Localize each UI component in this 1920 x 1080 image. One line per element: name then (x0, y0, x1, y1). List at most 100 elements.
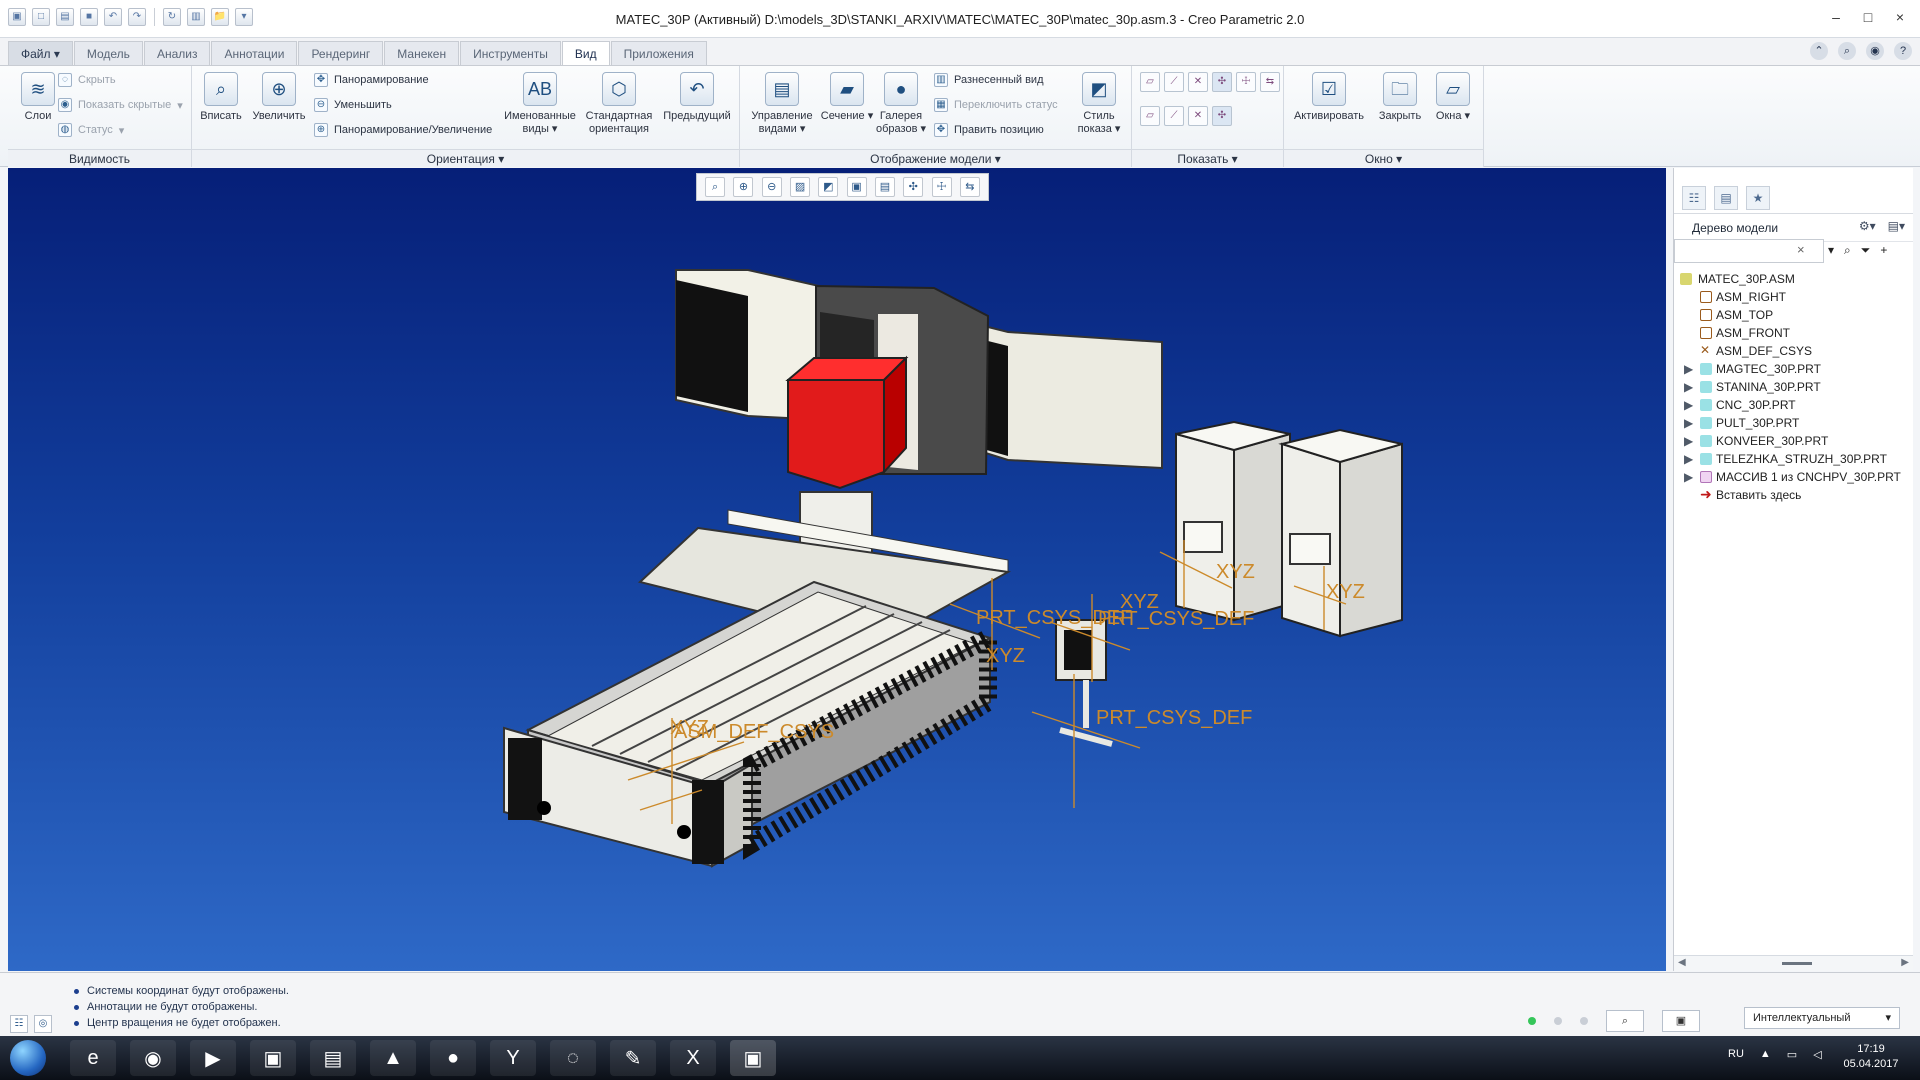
clear-search-icon[interactable]: × (1797, 242, 1805, 257)
tab-manikin[interactable]: Манекен (384, 41, 460, 65)
search-dropdown-icon[interactable]: ▾ (1828, 243, 1834, 258)
standard-orientation-button[interactable]: ⬡ Стандартная ориентация (584, 72, 654, 136)
tree-horizontal-scrollbar[interactable]: ◀ ▬▬▬ ▶ (1674, 955, 1913, 971)
browser-icon[interactable]: ◎ (34, 1015, 52, 1033)
graphics-viewport[interactable]: ⌕ ⊕ ⊖ ▨ ◩ ▣ ▤ ✣ ☩ ⇆ PRT_CSYS_DEF PRT_CSY… (8, 168, 1666, 971)
previous-button[interactable]: ↶ Предыдущий (662, 72, 732, 123)
volume-icon[interactable]: ◁ (1813, 1048, 1821, 1061)
ribbon: ≋ Слои ◌ Скрыть ◉ Показать скрытые ▾ ◍ Статус… (0, 66, 1920, 167)
scroll-left-icon[interactable]: ◀ (1678, 957, 1686, 969)
paint-app-icon[interactable]: ✎ (610, 1040, 656, 1076)
expand-icon[interactable]: ▶ (1684, 396, 1694, 414)
help-icon[interactable]: ? (1894, 42, 1912, 60)
fit-button[interactable]: ⌕ Вписать (198, 72, 244, 123)
windows-button[interactable]: ▱ Окна ▾ (1428, 72, 1478, 123)
appearance-gallery-icon: ● (884, 72, 918, 106)
tab-rendering[interactable]: Рендеринг (298, 41, 384, 65)
expand-icon[interactable]: ▶ (1684, 432, 1694, 450)
add-column-icon[interactable]: + (1880, 243, 1887, 258)
favorites-tab-icon[interactable]: ★ (1746, 186, 1770, 210)
tab-model[interactable]: Модель (73, 41, 143, 65)
media-player-icon[interactable]: ▶ (190, 1040, 236, 1076)
coordinate-systems-toggle-icon[interactable]: ✣ (1212, 72, 1232, 92)
datum-plane-icon (1700, 309, 1712, 321)
pan-icon: ✥ (314, 73, 328, 87)
close-icon[interactable]: × (1888, 8, 1912, 26)
selection-filter-select[interactable]: Интеллектуальный ▾ (1744, 1007, 1900, 1029)
axis-tags-toggle-icon[interactable]: ⟋ (1164, 106, 1184, 126)
activate-button[interactable]: ☑ Активировать (1290, 72, 1368, 123)
folder-browser-tab-icon[interactable]: ▤ (1714, 186, 1738, 210)
close-window-button[interactable]: 🗀 Закрыть (1372, 72, 1428, 123)
zoom-in-button[interactable]: ⊕ Увеличить (250, 72, 308, 123)
start-button[interactable] (10, 1040, 46, 1076)
tab-applications[interactable]: Приложения (610, 41, 707, 65)
tab-view[interactable]: Вид (561, 41, 610, 65)
expand-icon[interactable]: ▶ (1684, 378, 1694, 396)
manage-views-button[interactable]: ▤ Управление видами ▾ (746, 72, 818, 136)
find-button[interactable]: ⌕ (1606, 1010, 1644, 1032)
navigator-icon[interactable]: ☷ (10, 1015, 28, 1033)
tree-search-input[interactable]: × (1674, 239, 1824, 263)
creo-app-icon[interactable]: ◌ (550, 1040, 596, 1076)
expand-icon[interactable]: ▶ (1684, 450, 1694, 468)
show-icon[interactable]: ▤▾ (1888, 219, 1905, 233)
floppy-app-icon[interactable]: ▣ (250, 1040, 296, 1076)
pan-zoom-button[interactable]: ⊕ Панорамирование/Увеличение (314, 123, 492, 137)
filter-icon[interactable]: ⏷ (1861, 243, 1871, 258)
expand-icon[interactable]: ▶ (1684, 360, 1694, 378)
internet-explorer-icon[interactable]: e (70, 1040, 116, 1076)
plane-tags-toggle-icon[interactable]: ▱ (1140, 106, 1160, 126)
model-tree-tools: ⚙▾ ▤▾ (1859, 219, 1905, 233)
annotations-toggle-icon[interactable]: ⇆ (1260, 72, 1280, 92)
orange-app-icon[interactable]: ● (430, 1040, 476, 1076)
restore-icon[interactable]: □ (1856, 8, 1880, 26)
file-explorer-icon[interactable]: ▤ (310, 1040, 356, 1076)
show-hidden-button[interactable]: ◉ Показать скрытые ▾ (58, 98, 183, 112)
hide-button[interactable]: ◌ Скрыть (58, 73, 116, 87)
excel-icon[interactable]: X (670, 1040, 716, 1076)
network-icon[interactable]: ▭ (1787, 1048, 1797, 1061)
collapse-ribbon-icon[interactable]: ⌃ (1810, 42, 1828, 60)
model-tree-tab-icon[interactable]: ☷ (1682, 186, 1706, 210)
tray-arrow-icon[interactable]: ▲ (1760, 1048, 1771, 1061)
expand-icon[interactable]: ▶ (1684, 468, 1694, 486)
point-tags-toggle-icon[interactable]: ✕ (1188, 106, 1208, 126)
datum-points-toggle-icon[interactable]: ✕ (1188, 72, 1208, 92)
tab-tools[interactable]: Инструменты (460, 41, 561, 65)
minimize-icon[interactable]: – (1824, 8, 1848, 26)
yandex-browser-icon[interactable]: Y (490, 1040, 536, 1076)
expand-icon[interactable]: ▶ (1684, 414, 1694, 432)
zoom-out-button[interactable]: ⊖ Уменьшить (314, 98, 392, 112)
csys-tags-toggle-icon[interactable]: ✣ (1212, 106, 1232, 126)
display-style-button[interactable]: ◩ Стиль показа ▾ (1072, 72, 1126, 136)
tab-file[interactable]: Файл ▾ (8, 41, 73, 65)
named-views-button[interactable]: AB Именованные виды ▾ (504, 72, 576, 136)
datum-axes-toggle-icon[interactable]: ⟋ (1164, 72, 1184, 92)
binoculars-icon[interactable]: ⌕ (1844, 243, 1851, 258)
tab-analysis[interactable]: Анализ (143, 41, 211, 65)
edit-position-button[interactable]: ✥ Править позицию (934, 123, 1044, 137)
chrome-icon[interactable]: ◉ (130, 1040, 176, 1076)
section-button[interactable]: ▰ Сечение ▾ (816, 72, 878, 123)
layers-button[interactable]: ≋ Слои (12, 72, 64, 123)
datum-planes-toggle-icon[interactable]: ▱ (1140, 72, 1160, 92)
community-icon[interactable]: ◉ (1866, 42, 1884, 60)
exploded-view-button[interactable]: ▥ Разнесенный вид (934, 73, 1043, 87)
toggle-status-button[interactable]: ▦ Переключить статус (934, 98, 1058, 112)
window-box-button[interactable]: ▣ (1662, 1010, 1700, 1032)
status-button[interactable]: ◍ Статус ▾ (58, 123, 124, 137)
appearance-gallery-button[interactable]: ● Галерея образов ▾ (870, 72, 932, 136)
pan-button[interactable]: ✥ Панорамирование (314, 73, 429, 87)
clock[interactable]: 17:19 05.04.2017 (1836, 1042, 1906, 1072)
settings-icon[interactable]: ⚙▾ (1859, 219, 1876, 233)
warning-app-icon[interactable]: ▲ (370, 1040, 416, 1076)
language-indicator[interactable]: RU (1728, 1048, 1744, 1061)
creo-window-icon[interactable]: ▣ (730, 1040, 776, 1076)
spin-center-toggle-icon[interactable]: ☩ (1236, 72, 1256, 92)
edit-position-icon: ✥ (934, 123, 948, 137)
tab-annotations[interactable]: Аннотации (211, 41, 298, 65)
search-icon[interactable]: ⌕ (1838, 42, 1856, 60)
scroll-right-icon[interactable]: ▶ (1901, 957, 1909, 969)
scroll-thumb[interactable]: ▬▬▬ (1782, 957, 1812, 969)
